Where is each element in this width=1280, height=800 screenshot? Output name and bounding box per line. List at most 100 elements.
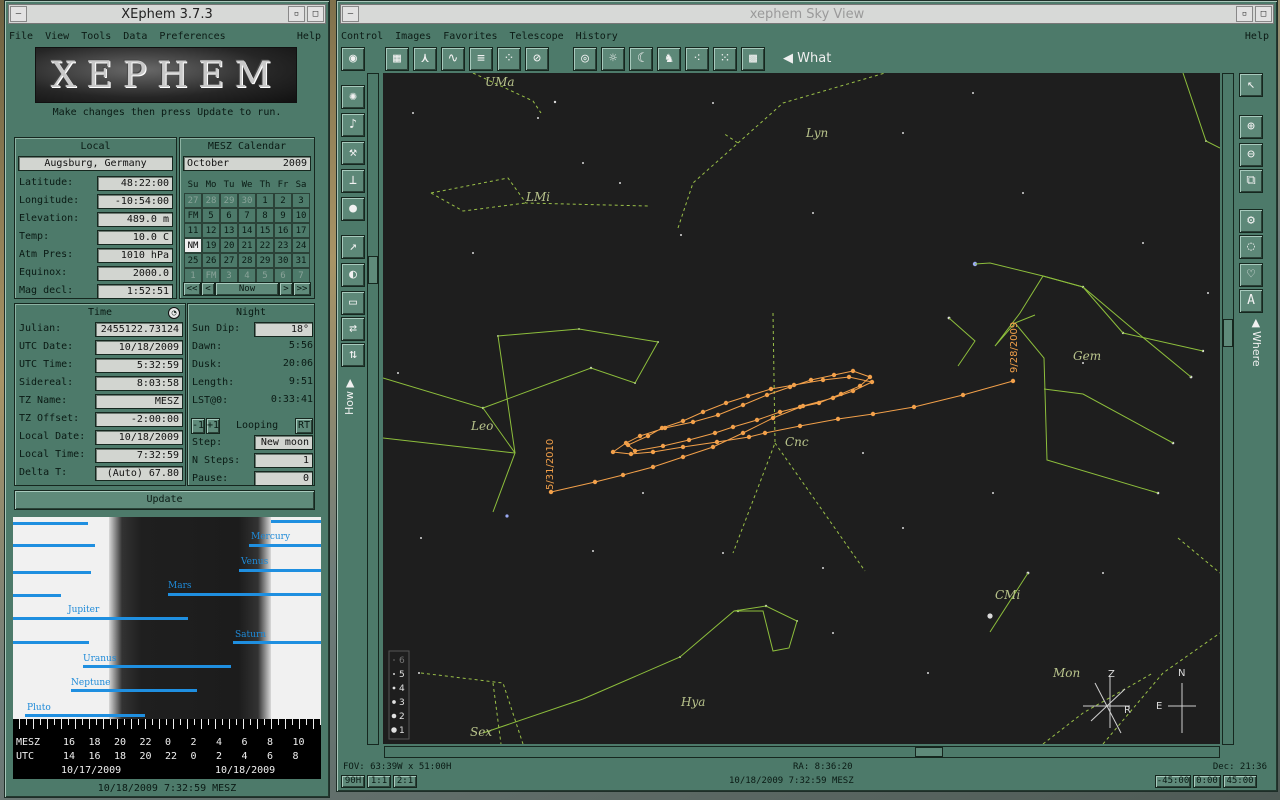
sky-window-menu-button[interactable]: – [342,6,359,22]
zoom-90h-button[interactable]: 90H [341,775,365,788]
minimize-button[interactable]: ▫ [288,6,305,22]
zoom-box-icon[interactable]: ⧉ [1239,169,1263,193]
menu-tools[interactable]: Tools [81,31,111,42]
equator-icon[interactable]: ≡ [469,47,493,71]
calendar-nav-3[interactable]: > [279,282,293,296]
menu-preferences[interactable]: Preferences [159,31,225,42]
sky-menu-help[interactable]: Help [1245,31,1273,42]
calendar-day[interactable]: 24 [292,238,310,253]
sky-menu-telescope[interactable]: Telescope [509,31,563,42]
time-field-7[interactable]: 7:32:59 [95,448,183,463]
galaxy-icon[interactable]: ⊘ [525,47,549,71]
calendar-day[interactable]: 3 [292,193,310,208]
maximize-button[interactable]: □ [307,6,324,22]
time-field-4[interactable]: MESZ [95,394,183,409]
stars-icon[interactable]: ⁙ [713,47,737,71]
calendar-day[interactable]: 21 [238,238,256,253]
calendar-day[interactable]: 5 [202,208,220,223]
calendar-day[interactable]: 27 [184,193,202,208]
sky-maximize-button[interactable]: □ [1255,6,1272,22]
calendar-day[interactable]: 1 [184,268,202,283]
calendar-nav-2[interactable]: Now [215,282,279,296]
site-field[interactable]: Augsburg, Germany [18,156,173,171]
sky-menu-favorites[interactable]: Favorites [443,31,497,42]
pointer-icon[interactable]: ↖ [1239,73,1263,97]
calendar-day[interactable]: 22 [256,238,274,253]
pause-field[interactable]: 0 [254,471,313,486]
calendar-day[interactable]: 1 [256,193,274,208]
local-field-1[interactable]: -10:54:00 [97,194,173,209]
sky-minimize-button[interactable]: ▫ [1236,6,1253,22]
axes-icon[interactable]: ↗ [341,235,365,259]
calendar-day[interactable]: FM [184,208,202,223]
tools-icon[interactable]: ⚒ [341,141,365,165]
local-field-3[interactable]: 10.0 C [97,230,173,245]
sky-menu-images[interactable]: Images [395,31,431,42]
calendar-day[interactable]: 4 [238,268,256,283]
calendar-day[interactable]: 27 [220,253,238,268]
step-field[interactable]: New moon [254,435,313,450]
time-field-6[interactable]: 10/18/2009 [95,430,183,445]
calendar-day[interactable]: 13 [220,223,238,238]
left-slider-thumb[interactable] [368,256,378,284]
label-icon[interactable]: A [1239,289,1263,313]
night-value-0[interactable]: 18° [254,322,313,337]
realtime-button[interactable]: RT [295,418,313,434]
calendar-day[interactable]: 5 [256,268,274,283]
sky-map[interactable]: UMa Lyn LMi Gem Leo Cnc CMi Mon Hya Sex 9/28/2009… [383,73,1220,744]
constellation-icon[interactable]: ⁘ [497,47,521,71]
bottom-slider[interactable] [384,746,1220,758]
calendar-day[interactable]: 7 [292,268,310,283]
zoom-in-icon[interactable]: ⊕ [1239,115,1263,139]
calendar-day[interactable]: 20 [220,238,238,253]
calendar-day[interactable]: 6 [274,268,292,283]
calendar-day[interactable]: 7 [238,208,256,223]
right-slider-thumb[interactable] [1223,319,1233,347]
calendar-day[interactable]: 30 [274,253,292,268]
calendar-day[interactable]: 17 [292,223,310,238]
camera-icon[interactable]: ◉ [341,47,365,71]
calendar-nav-4[interactable]: >> [293,282,311,296]
local-field-5[interactable]: 2000.0 [97,266,173,281]
calendar-day[interactable]: 26 [202,253,220,268]
calendar-month-field[interactable]: October 2009 [183,156,311,171]
sky-menu-control[interactable]: Control [341,31,383,42]
altaz-grid-icon[interactable]: ⋏ [413,47,437,71]
clock-icon[interactable]: ◔ [168,307,180,319]
noise-icon[interactable]: ▩ [741,47,765,71]
horse-icon[interactable]: ♞ [657,47,681,71]
menu-data[interactable]: Data [123,31,147,42]
zoom-1-1-button[interactable]: 1:1 [367,775,391,788]
time-field-3[interactable]: 8:03:58 [95,376,183,391]
zoom-2-1-button[interactable]: 2:1 [393,775,417,788]
bottom-slider-thumb[interactable] [915,747,943,757]
pan-center-button[interactable]: 0:00 [1193,775,1221,788]
time-field-8[interactable]: (Auto) 67.80 [95,466,183,481]
orbit-icon[interactable]: ◌ [1239,235,1263,259]
calendar-day[interactable]: 28 [238,253,256,268]
shape-icon[interactable]: ♡ [1239,263,1263,287]
tripod-icon[interactable]: ⊥ [341,169,365,193]
loop-plus-button[interactable]: +1 [206,418,220,434]
calendar-day[interactable]: 8 [256,208,274,223]
moonphase-icon[interactable]: ◐ [341,263,365,287]
window-menu-button[interactable]: – [10,6,27,22]
lamp-icon[interactable]: ♪ [341,113,365,137]
local-field-0[interactable]: 48:22:00 [97,176,173,191]
bulb-icon[interactable]: ✺ [341,85,365,109]
calendar-day[interactable]: 28 [202,193,220,208]
local-field-6[interactable]: 1:52:51 [97,284,173,299]
calendar-day[interactable]: 9 [274,208,292,223]
loop-minus-button[interactable]: -1 [191,418,205,434]
nsteps-field[interactable]: 1 [254,453,313,468]
calendar-day[interactable]: 14 [238,223,256,238]
main-titlebar[interactable]: – XEphem 3.7.3 ▫ □ [8,4,326,24]
calendar-day[interactable]: 16 [274,223,292,238]
cylinder-icon[interactable]: ▭ [341,291,365,315]
time-field-1[interactable]: 10/18/2009 [95,340,183,355]
calendar-day[interactable]: 29 [256,253,274,268]
calendar-day[interactable]: 2 [274,193,292,208]
pan-left-button[interactable]: -45:00 [1155,775,1191,788]
calendar-day[interactable]: 12 [202,223,220,238]
update-button[interactable]: Update [14,490,315,510]
